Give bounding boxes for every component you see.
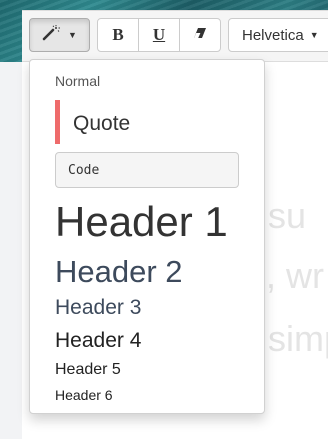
eraser-icon: [193, 26, 207, 44]
style-option-header-6[interactable]: Header 6: [55, 388, 113, 402]
magic-wand-icon: [42, 24, 62, 46]
style-option-header-3[interactable]: Header 3: [55, 297, 141, 318]
code-label: Code: [68, 162, 100, 178]
bold-label: B: [112, 25, 124, 44]
style-option-header-1[interactable]: Header 1: [55, 201, 228, 243]
editor-text-line: su: [268, 195, 307, 236]
style-option-normal[interactable]: Normal: [55, 74, 100, 88]
underline-button[interactable]: U: [138, 18, 180, 52]
quote-marker: [55, 100, 60, 144]
style-option-header-2[interactable]: Header 2: [55, 256, 183, 287]
style-option-code[interactable]: Code: [55, 152, 239, 188]
chevron-down-icon: ▼: [68, 30, 77, 40]
style-dropdown-menu: Normal Quote Code Header 1 Header 2 Head…: [29, 59, 265, 414]
editor-text-line: , wr: [266, 255, 324, 296]
font-family-dropdown[interactable]: Helvetica ▼: [228, 18, 328, 52]
style-button[interactable]: ▼: [29, 18, 90, 52]
bold-button[interactable]: B: [97, 18, 139, 52]
editor-text-line: simp: [268, 318, 328, 359]
left-gutter: [0, 62, 23, 439]
chevron-down-icon: ▼: [309, 30, 319, 40]
clear-format-button[interactable]: [179, 18, 221, 52]
style-option-header-5[interactable]: Header 5: [55, 362, 121, 378]
font-family-label: Helvetica: [242, 26, 304, 44]
style-option-header-4[interactable]: Header 4: [55, 330, 141, 351]
underline-label: U: [152, 25, 166, 44]
toolbar: ▼ B U Helvetica ▼: [22, 10, 328, 62]
style-option-quote[interactable]: Quote: [73, 113, 130, 134]
